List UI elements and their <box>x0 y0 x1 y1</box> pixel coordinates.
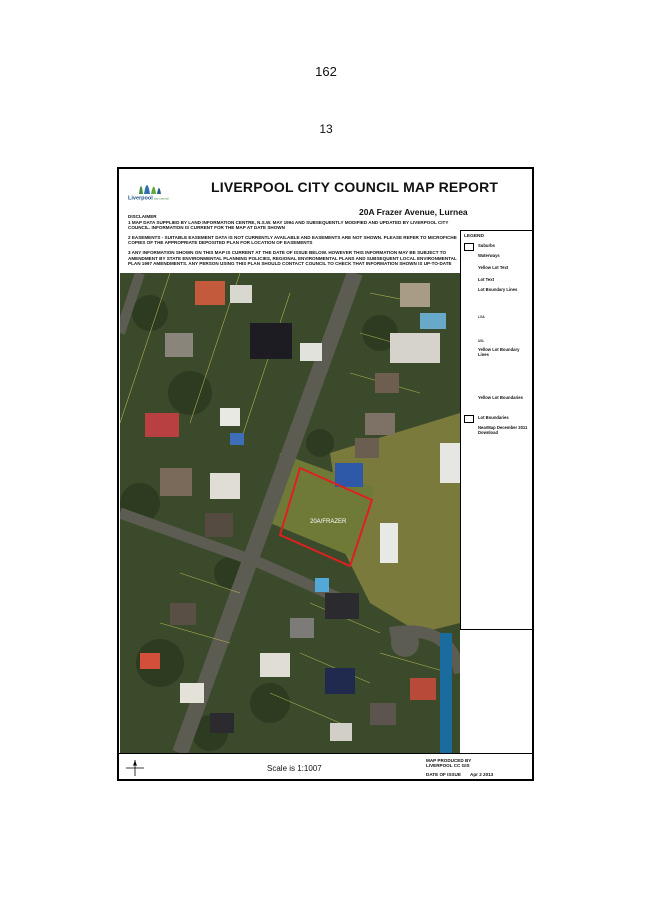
legend-label: Lot Text <box>478 277 494 282</box>
council-logo: Liverpool city council <box>125 174 179 204</box>
legend-label: NearMap December 2011 Download <box>478 425 528 435</box>
legend-title: LEGEND <box>464 234 484 239</box>
sub-page-number: 13 <box>319 122 333 136</box>
legend-swatch <box>464 415 474 423</box>
producer-name: LIVERPOOL CC GIS <box>426 763 470 768</box>
report-title: LIVERPOOL CITY COUNCIL MAP REPORT <box>211 179 499 195</box>
legend-panel: LEGEND Suburbs Waterways Yellow Lot Text… <box>460 230 532 630</box>
legend-label: Lot Boundary Lines <box>478 287 518 292</box>
legend-label: Suburbs <box>478 243 495 248</box>
map-producer: MAP PRODUCED BY LIVERPOOL CC GIS <box>426 758 471 768</box>
disclaimer-item-3: 3 ANY INFORMATION SHOWN ON THIS MAP IS C… <box>128 249 457 267</box>
north-arrow-icon <box>124 759 146 777</box>
report-footer: Scale is 1:1007 MAP PRODUCED BY LIVERPOO… <box>119 753 532 779</box>
lot-label: 20A/FRAZER <box>310 519 347 525</box>
issue-date: Apr 2 2013 <box>470 772 494 777</box>
legend-label: Waterways <box>478 253 500 258</box>
page-number: 162 <box>315 64 337 79</box>
legend-label: Yellow Lot Boundary Lines <box>478 347 520 357</box>
date-of-issue: DATE OF ISSUE Apr 2 2013 <box>426 772 501 777</box>
legend-sublabel: LGA <box>478 315 485 319</box>
disclaimer: DISCLAIMER 1 MAP DATA SUPPLIED BY LAND I… <box>128 214 458 271</box>
map-report: Liverpool city council LIVERPOOL CITY CO… <box>117 167 534 781</box>
disclaimer-item-2: 2 EASEMENTS - SUITABLE EASEMENT DATA IS … <box>128 234 457 246</box>
svg-text:Liverpool: Liverpool <box>128 196 153 202</box>
aerial-map: 20A/FRAZER <box>120 273 460 753</box>
legend-swatch <box>464 243 474 251</box>
legend-label: Yellow Lot Text <box>478 265 509 270</box>
legend-label: Lot Boundaries <box>478 415 509 420</box>
disclaimer-item-1: 1 MAP DATA SUPPLIED BY LAND INFORMATION … <box>128 219 449 231</box>
legend-sublabel: USL <box>478 339 485 343</box>
map-scale: Scale is 1:1007 <box>267 764 322 773</box>
svg-text:city council: city council <box>154 197 169 201</box>
issue-label: DATE OF ISSUE <box>426 772 461 777</box>
legend-label: Yellow Lot Boundaries <box>478 395 523 400</box>
